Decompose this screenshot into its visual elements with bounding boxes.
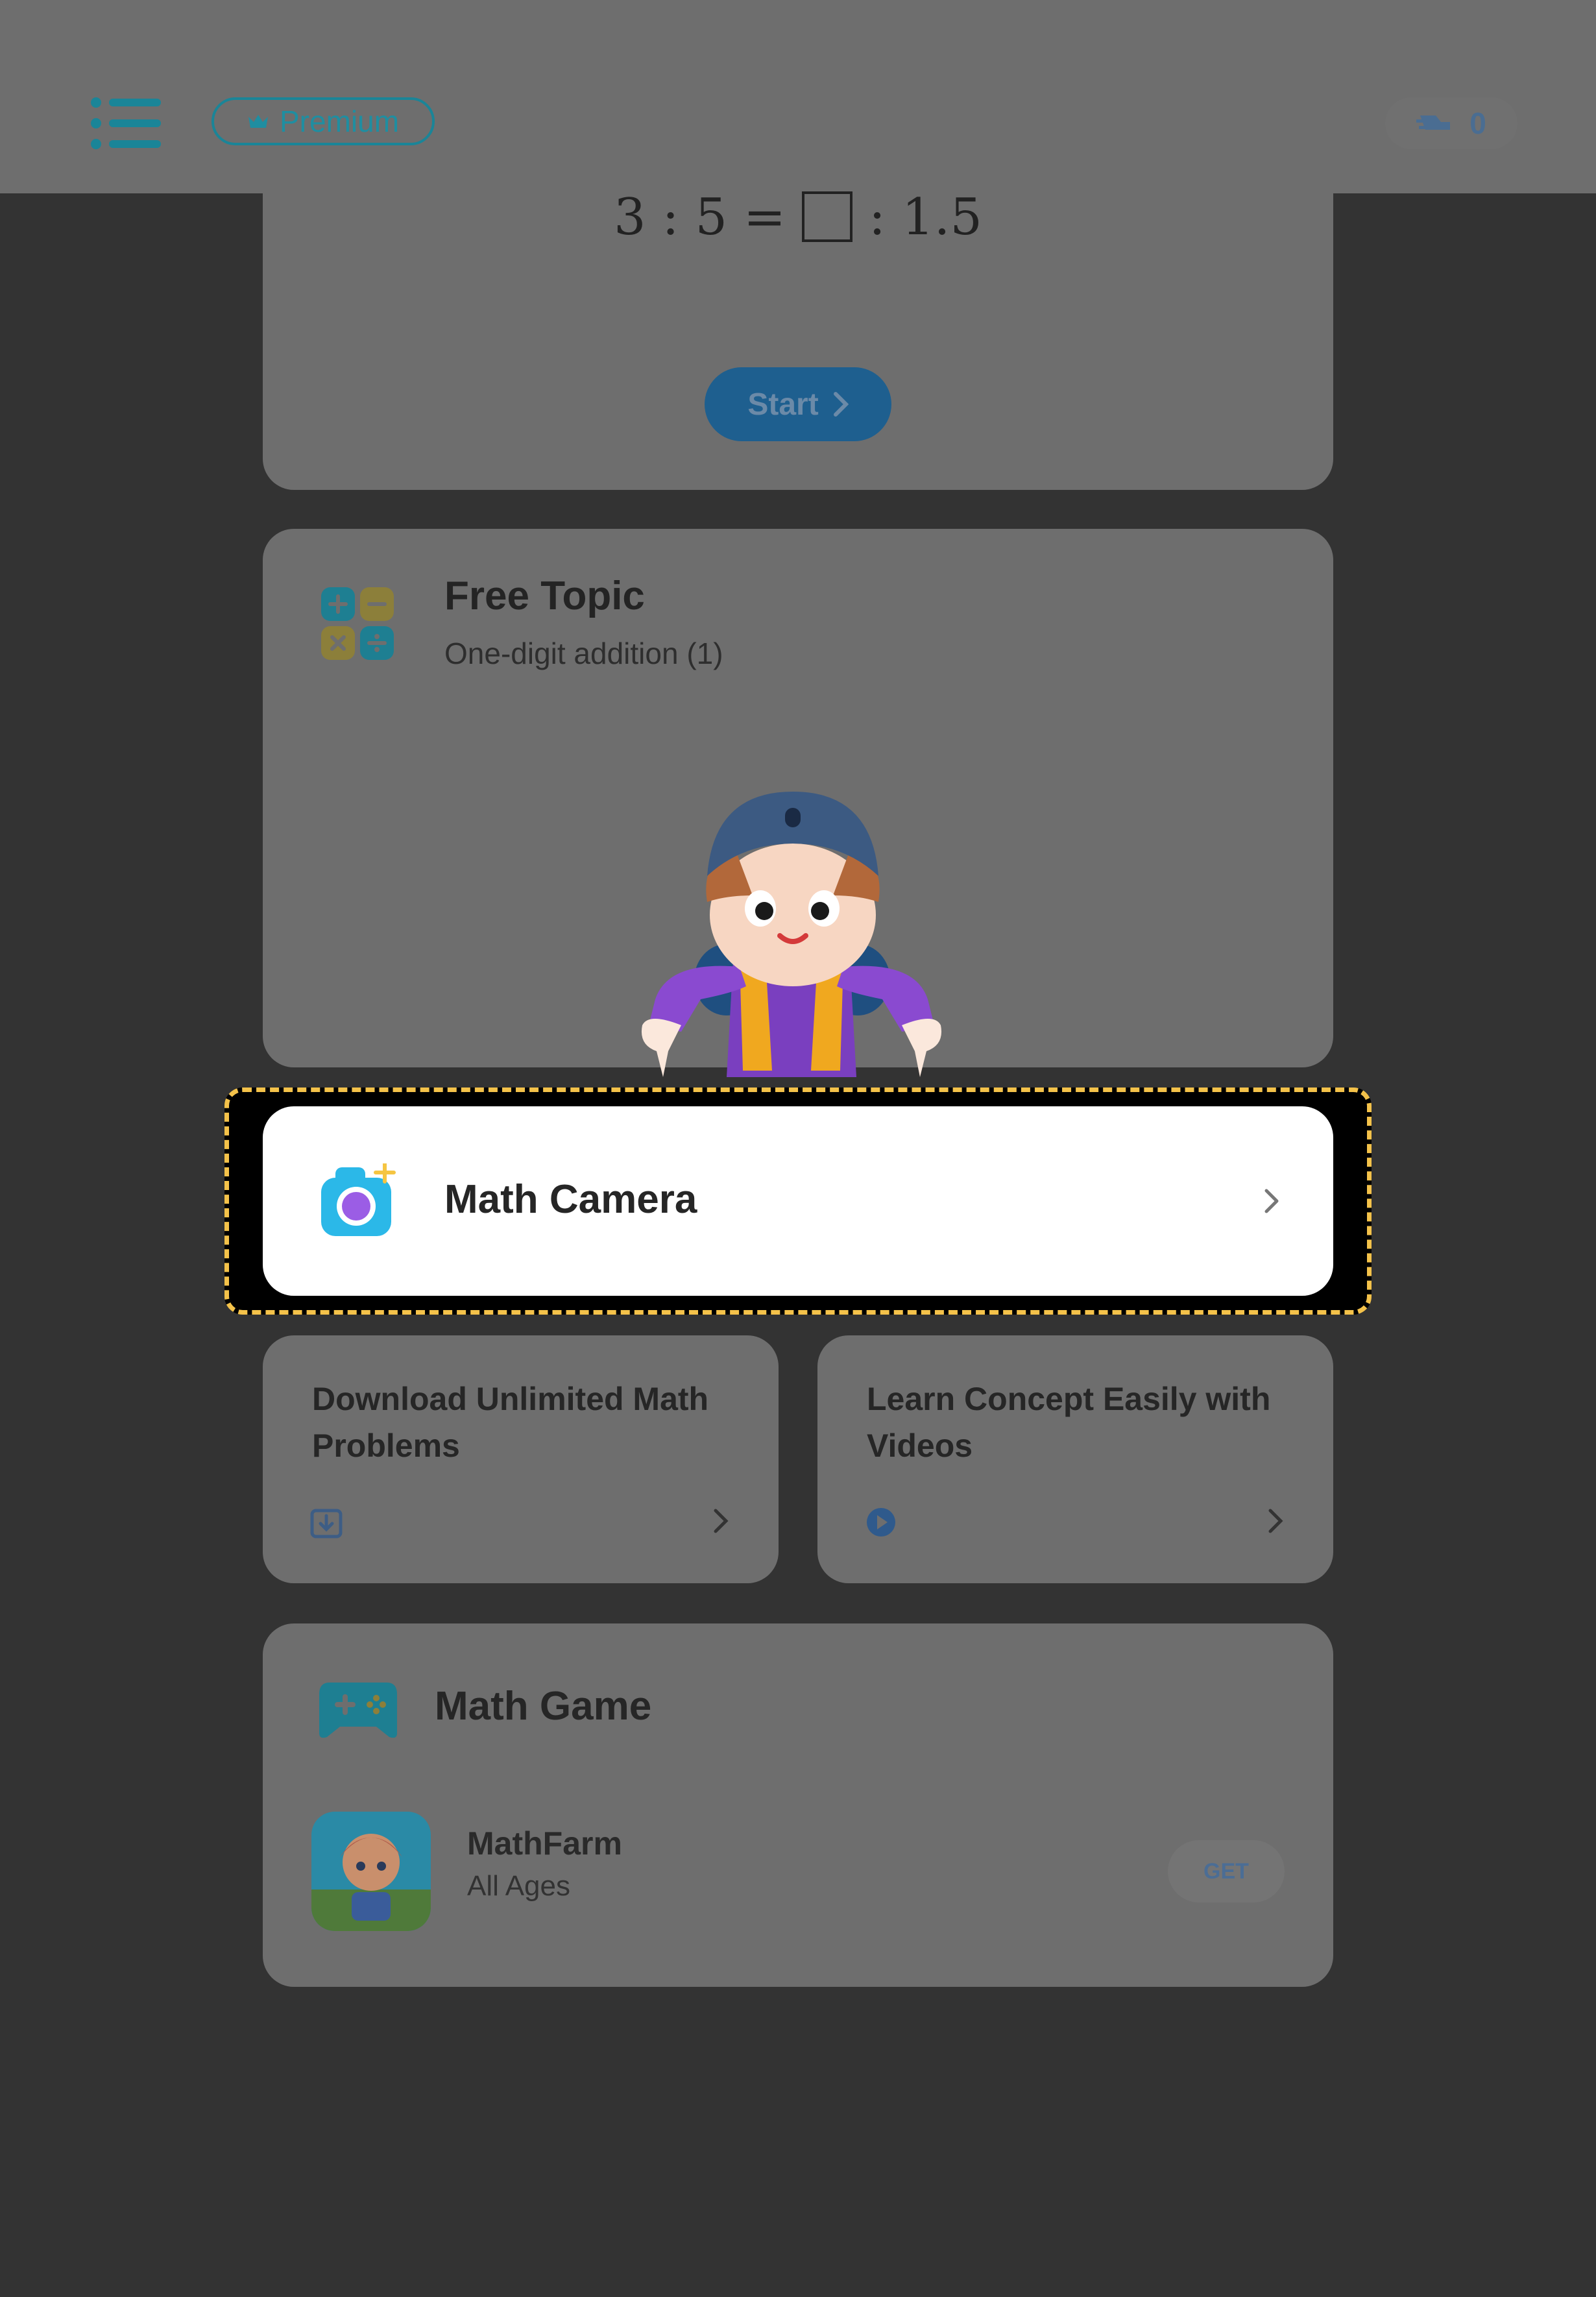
download-problems-card[interactable]: Download Unlimited Math Problems	[263, 1335, 779, 1583]
chevron-right-icon	[1268, 1509, 1283, 1533]
mathfarm-app-icon[interactable]	[311, 1812, 431, 1931]
ratio-formula: 3 : 5 = : 1.5	[263, 188, 1333, 247]
play-circle-icon	[867, 1508, 895, 1537]
crown-icon	[248, 115, 268, 128]
app-name: MathFarm	[467, 1825, 622, 1862]
videos-title: Learn Concept Easily with Videos	[867, 1381, 1271, 1464]
chevron-right-icon	[714, 1509, 729, 1533]
mascot-character	[641, 792, 942, 1077]
math-game-title: Math Game	[435, 1684, 652, 1729]
app-age-rating: All Ages	[467, 1870, 570, 1902]
camera-icon	[321, 1163, 396, 1236]
math-game-card: Math Game MathFarm All Ages GET	[263, 1623, 1333, 1987]
start-button[interactable]: Start	[705, 367, 891, 441]
premium-label: Premium	[279, 104, 400, 138]
download-icon	[310, 1509, 343, 1538]
download-title: Download Unlimited Math Problems	[312, 1381, 709, 1464]
math-camera-label: Math Camera	[444, 1177, 697, 1222]
gamepad-icon	[319, 1683, 397, 1738]
free-topic-title: Free Topic	[444, 574, 645, 618]
chevron-right-icon	[1264, 1189, 1279, 1213]
math-camera-card[interactable]: Math Camera	[263, 1106, 1333, 1296]
formula-left: 3 : 5 =	[614, 188, 786, 247]
free-topic-subtitle: One-digit addition (1)	[444, 637, 723, 670]
chevron-right-icon	[833, 392, 849, 417]
answer-box	[802, 191, 853, 242]
top-app-bar: Premium 0	[0, 0, 1596, 193]
start-label: Start	[747, 387, 819, 422]
xp-count: 0	[1469, 106, 1486, 140]
premium-button[interactable]: Premium	[212, 97, 435, 145]
menu-list-icon[interactable]	[91, 97, 162, 149]
get-button[interactable]: GET	[1168, 1840, 1285, 1902]
formula-right: : 1.5	[868, 188, 982, 247]
concept-videos-card[interactable]: Learn Concept Easily with Videos	[817, 1335, 1333, 1583]
xp-counter[interactable]: 0	[1385, 97, 1517, 149]
speed-shoe-icon	[1416, 115, 1451, 130]
math-operations-icon	[321, 587, 394, 660]
quiz-card: 3 : 5 = : 1.5 Start	[263, 169, 1333, 490]
